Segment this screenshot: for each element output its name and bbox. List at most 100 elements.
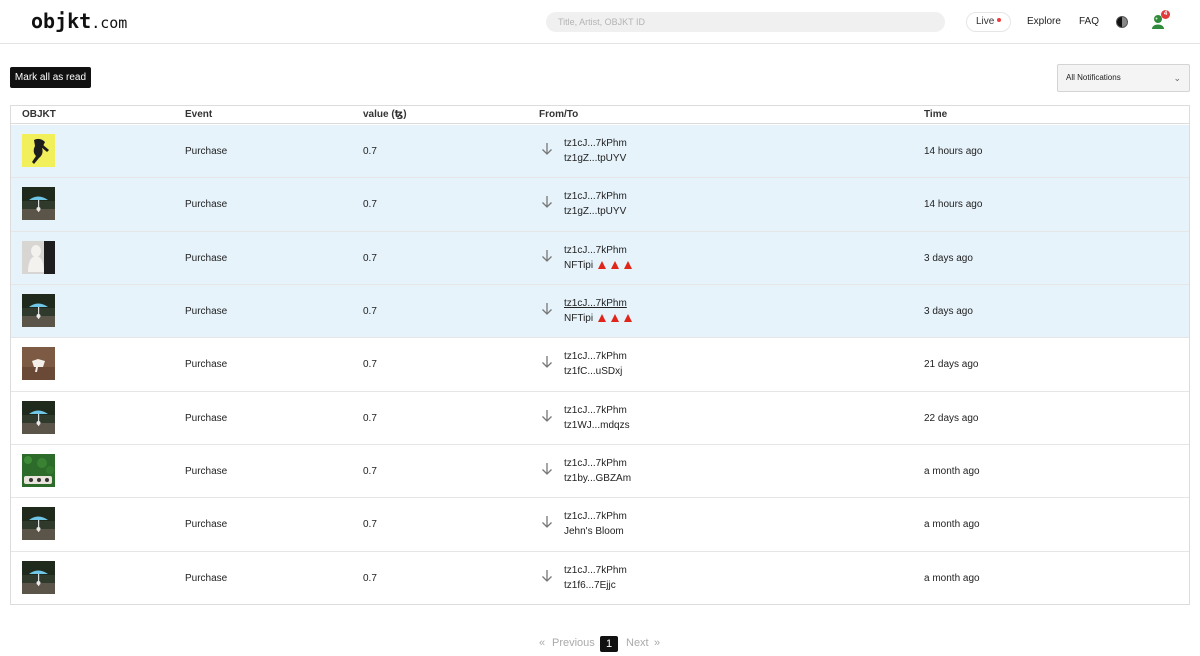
notification-count-badge: 4	[1161, 10, 1170, 19]
table-row[interactable]: Purchase 0.7 tz1cJ...7kPhm NFTipi 3 days…	[11, 231, 1189, 285]
time-label: 22 days ago	[924, 412, 979, 424]
current-page-button[interactable]: 1	[600, 636, 618, 652]
objkt-thumbnail[interactable]	[22, 240, 55, 274]
column-header-objkt: OBJKT	[22, 109, 56, 120]
column-header-from-to: From/To	[539, 109, 579, 120]
time-label: a month ago	[924, 465, 980, 477]
pagination: « Previous 1 Next »	[0, 636, 1200, 652]
previous-chevron-icon[interactable]: «	[539, 637, 545, 649]
red-triangle-icon	[624, 313, 633, 322]
to-address-link[interactable]: NFTipi	[564, 313, 633, 324]
event-label: Purchase	[185, 465, 228, 477]
arrow-down-icon	[542, 249, 552, 262]
red-triangle-icon	[611, 260, 620, 269]
objkt-thumbnail[interactable]	[22, 507, 55, 541]
to-address-link[interactable]: tz1f6...7Ejjc	[564, 580, 616, 591]
site-logo[interactable]: objkt.com	[31, 9, 127, 33]
table-row[interactable]: Purchase 0.7 tz1cJ...7kPhm tz1by...GBZAm…	[11, 445, 1189, 499]
arrow-down-icon	[542, 302, 552, 315]
table-row[interactable]: Purchase 0.7 tz1cJ...7kPhm tz1f6...7Ejjc…	[11, 552, 1189, 605]
objkt-thumbnail[interactable]	[22, 560, 55, 594]
red-triangle-icon	[598, 260, 607, 269]
objkt-thumbnail[interactable]	[22, 134, 55, 167]
event-label: Purchase	[185, 572, 228, 584]
value-label: 0.7	[363, 252, 377, 264]
red-triangle-icon	[598, 313, 607, 322]
arrow-down-icon	[542, 516, 552, 529]
table-header: OBJKT Event value (ꜩ) From/To Time	[11, 106, 1189, 124]
notification-filter-select[interactable]: All Notifications ⌄	[1057, 64, 1190, 92]
notifications-table: OBJKT Event value (ꜩ) From/To Time Purch…	[10, 105, 1190, 605]
column-header-value: value (ꜩ)	[363, 109, 407, 120]
logo-tld: .com	[91, 14, 128, 32]
table-row[interactable]: Purchase 0.7 tz1cJ...7kPhm NFTipi 3 days…	[11, 284, 1189, 339]
to-address-link[interactable]: tz1gZ...tpUYV	[564, 206, 626, 217]
table-row[interactable]: Purchase 0.7 tz1cJ...7kPhm Jehn's Bloom …	[11, 498, 1189, 552]
value-label: 0.7	[363, 359, 377, 371]
event-label: Purchase	[185, 146, 228, 157]
objkt-thumbnail[interactable]	[22, 453, 55, 487]
objkt-thumbnail[interactable]	[22, 187, 55, 221]
arrow-down-icon	[542, 409, 552, 422]
arrow-down-icon	[542, 569, 552, 582]
time-label: 21 days ago	[924, 359, 979, 371]
chevron-down-icon: ⌄	[1173, 73, 1181, 83]
from-address-link[interactable]: tz1cJ...7kPhm	[564, 405, 627, 416]
next-chevron-icon[interactable]: »	[654, 637, 660, 649]
to-address-link[interactable]: tz1WJ...mdqzs	[564, 420, 630, 431]
event-label: Purchase	[185, 359, 228, 371]
to-address-link[interactable]: NFTipi	[564, 259, 633, 271]
column-header-event: Event	[185, 109, 213, 120]
time-label: a month ago	[924, 572, 980, 584]
nav-faq-link[interactable]: FAQ	[1079, 16, 1099, 27]
red-triangle-icon	[611, 313, 620, 322]
from-address-link[interactable]: tz1cJ...7kPhm	[564, 565, 627, 576]
time-label: 3 days ago	[924, 305, 973, 317]
to-address-link[interactable]: Jehn's Bloom	[564, 526, 624, 537]
event-label: Purchase	[185, 199, 228, 211]
arrow-down-icon	[542, 143, 552, 155]
next-page-button[interactable]: Next	[626, 637, 649, 649]
arrow-down-icon	[542, 356, 552, 369]
value-label: 0.7	[363, 146, 377, 157]
table-row[interactable]: Purchase 0.7 tz1cJ...7kPhm tz1WJ...mdqzs…	[11, 392, 1189, 445]
from-address-link[interactable]: tz1cJ...7kPhm	[564, 191, 627, 202]
live-button[interactable]: Live	[966, 12, 1012, 32]
nav-explore-link[interactable]: Explore	[1027, 16, 1061, 27]
objkt-thumbnail[interactable]	[22, 293, 55, 327]
time-label: 14 hours ago	[924, 199, 983, 211]
filter-selected-value: All Notifications	[1066, 73, 1121, 82]
from-address-link[interactable]: tz1cJ...7kPhm	[564, 511, 627, 522]
previous-page-button[interactable]: Previous	[552, 637, 595, 649]
to-address-link[interactable]: tz1by...GBZAm	[564, 473, 631, 484]
live-indicator-dot	[997, 18, 1002, 23]
objkt-thumbnail[interactable]	[22, 347, 55, 381]
to-address-text: NFTipi	[564, 259, 594, 271]
time-label: 14 hours ago	[924, 146, 983, 157]
table-row[interactable]: Purchase 0.7 tz1cJ...7kPhm tz1gZ...tpUYV…	[11, 178, 1189, 232]
value-label: 0.7	[363, 305, 377, 317]
from-address-link[interactable]: tz1cJ...7kPhm	[564, 351, 627, 362]
table-row[interactable]: Purchase 0.7 tz1cJ...7kPhm tz1fC...uSDxj…	[11, 338, 1189, 392]
from-address-link[interactable]: tz1cJ...7kPhm	[564, 298, 627, 309]
column-header-time: Time	[924, 109, 948, 120]
from-address-link[interactable]: tz1cJ...7kPhm	[564, 458, 627, 469]
objkt-thumbnail[interactable]	[22, 400, 55, 434]
table-row[interactable]: Purchase 0.7 tz1cJ...7kPhm tz1gZ...tpUYV…	[11, 125, 1189, 179]
to-address-link[interactable]: tz1fC...uSDxj	[564, 366, 622, 377]
search-input[interactable]	[546, 12, 945, 32]
table-body: Purchase 0.7 tz1cJ...7kPhm tz1gZ...tpUYV…	[11, 125, 1189, 605]
to-address-link[interactable]: tz1gZ...tpUYV	[564, 153, 626, 164]
live-label: Live	[976, 16, 995, 27]
logo-brand: objkt	[31, 9, 92, 33]
theme-toggle-icon[interactable]	[1116, 16, 1128, 28]
red-triangle-icon	[624, 260, 633, 269]
value-label: 0.7	[363, 519, 377, 531]
event-label: Purchase	[185, 305, 228, 317]
top-navigation-bar: objkt.com Live Explore FAQ 4	[0, 0, 1200, 44]
from-address-link[interactable]: tz1cJ...7kPhm	[564, 138, 627, 149]
arrow-down-icon	[542, 462, 552, 475]
event-label: Purchase	[185, 412, 228, 424]
from-address-link[interactable]: tz1cJ...7kPhm	[564, 245, 627, 256]
mark-all-read-button[interactable]: Mark all as read	[10, 67, 91, 88]
